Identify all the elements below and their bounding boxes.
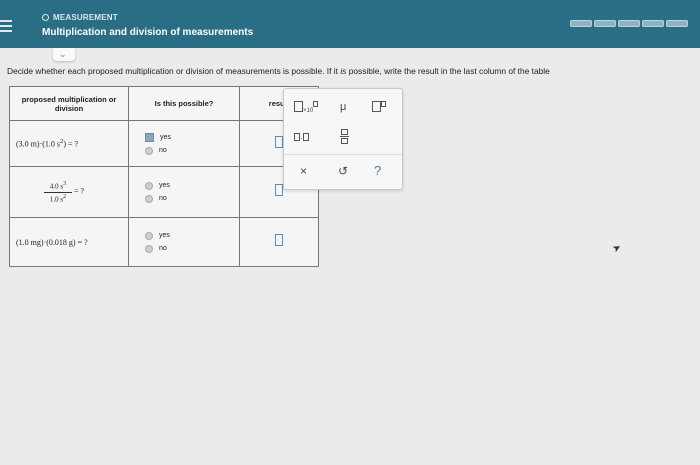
progress-segment: [594, 20, 616, 27]
expression-1: (3.0 m)·(1.0 s2) = ?: [16, 138, 79, 149]
palette-divider: [284, 154, 402, 155]
no-label: no: [159, 245, 167, 252]
clear-button[interactable]: ×: [300, 164, 307, 178]
page-title: Multiplication and division of measureme…: [42, 27, 254, 38]
exponent: 2: [60, 138, 64, 146]
box-icon: [372, 101, 381, 112]
yes-label: yes: [159, 182, 170, 189]
menu-icon[interactable]: [0, 20, 12, 32]
radio-icon[interactable]: [145, 181, 153, 190]
times-ten-label: ×10: [303, 108, 314, 114]
table-header-row: proposed multiplication or division Is t…: [9, 86, 319, 121]
scientific-notation-button[interactable]: ×10: [294, 101, 319, 115]
equals-question: = ?: [68, 139, 79, 149]
progress-segment: [570, 20, 592, 27]
operand-b: 1.0 s: [44, 139, 61, 149]
math-palette: ×10 μ · × ↺ ?: [283, 88, 403, 190]
numerator: 4.0 s: [49, 182, 64, 191]
topic-label: MEASUREMENT: [42, 13, 118, 22]
denominator-exponent: 2: [63, 193, 67, 200]
mouse-cursor-icon: ➤: [610, 241, 624, 256]
table-row: 4.0 s3 1.0 s2 = ? yes no: [9, 166, 319, 218]
expression-cell: 4.0 s3 1.0 s2 = ?: [9, 166, 129, 218]
undo-button[interactable]: ↺: [338, 164, 348, 178]
possible-cell: yes no: [128, 217, 240, 267]
fraction: 4.0 s3 1.0 s2: [44, 181, 72, 203]
box-icon: [313, 101, 319, 107]
progress-bar: [570, 20, 688, 27]
expression-2: 4.0 s3 1.0 s2 = ?: [10, 181, 128, 203]
answer-input[interactable]: [275, 135, 283, 148]
fraction-icon: [340, 129, 349, 144]
box-icon: [294, 101, 303, 112]
checked-icon[interactable]: [145, 132, 154, 142]
possible-cell: yes no: [128, 166, 240, 218]
operand-a: 3.0 m: [18, 139, 37, 149]
superscript-button[interactable]: [372, 101, 386, 115]
radio-icon[interactable]: [145, 244, 153, 253]
equals-question: = ?: [74, 186, 85, 196]
result-cell: [239, 217, 319, 267]
progress-segment: [618, 20, 640, 27]
answer-input[interactable]: [275, 184, 283, 196]
yes-option[interactable]: yes: [145, 181, 239, 190]
no-label: no: [159, 195, 167, 202]
help-button[interactable]: ?: [374, 163, 381, 178]
possible-cell: yes no: [128, 120, 240, 167]
yes-label: yes: [160, 133, 171, 141]
radio-icon[interactable]: [145, 194, 153, 203]
circle-icon: [42, 14, 49, 21]
header-bar: MEASUREMENT Multiplication and division …: [0, 0, 700, 48]
radio-icon[interactable]: [145, 146, 153, 155]
instructions-text: Decide whether each proposed multiplicat…: [7, 66, 550, 76]
equals-question: = ?: [77, 237, 88, 247]
progress-segment: [666, 20, 688, 27]
answer-input[interactable]: [275, 234, 283, 246]
box-icon: [381, 101, 386, 107]
denominator: 1.0 s: [49, 194, 64, 203]
box-icon: [302, 133, 309, 141]
expression-cell: (3.0 m)·(1.0 s2) = ?: [9, 120, 129, 167]
numerator-exponent: 3: [63, 181, 67, 188]
header-proposed: proposed multiplication or division: [9, 86, 129, 121]
expression-3: (1.0 mg)·(0.018 g) = ?: [16, 237, 88, 247]
measurement-table: proposed multiplication or division Is t…: [9, 86, 319, 267]
fraction-button[interactable]: [340, 129, 349, 144]
no-option[interactable]: no: [145, 146, 239, 155]
instructions-post: possible, write the result in the last c…: [346, 66, 550, 76]
fraction-bar: [44, 191, 72, 193]
table-row: (3.0 m)·(1.0 s2) = ? yes no: [9, 120, 319, 167]
yes-option[interactable]: yes: [145, 132, 239, 142]
collapse-button[interactable]: ⌄: [53, 48, 75, 61]
topic-text: MEASUREMENT: [53, 13, 118, 22]
radio-icon[interactable]: [145, 231, 153, 240]
yes-option[interactable]: yes: [145, 231, 239, 240]
mu-button[interactable]: μ: [340, 101, 346, 113]
no-option[interactable]: no: [145, 194, 239, 203]
operand-a: 1.0 mg: [18, 237, 41, 247]
instructions-pre: Decide whether each proposed multiplicat…: [7, 66, 341, 76]
no-label: no: [159, 147, 167, 154]
chevron-down-icon: ⌄: [59, 49, 67, 59]
table-row: (1.0 mg)·(0.018 g) = ? yes no: [9, 217, 319, 267]
multiply-button[interactable]: ·: [294, 133, 309, 143]
expression-cell: (1.0 mg)·(0.018 g) = ?: [9, 217, 129, 267]
operand-b: 0.018 g: [48, 237, 73, 247]
no-option[interactable]: no: [145, 244, 239, 253]
progress-segment: [642, 20, 664, 27]
yes-label: yes: [159, 232, 170, 239]
header-possible: Is this possible?: [128, 86, 240, 121]
